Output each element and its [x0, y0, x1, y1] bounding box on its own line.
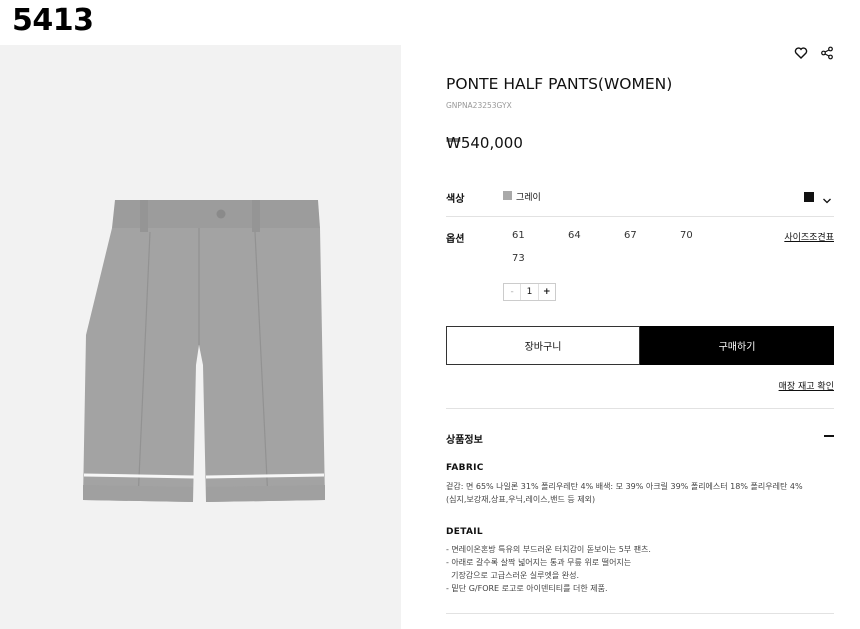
minus-icon[interactable] [824, 435, 834, 437]
detail-title: DETAIL [446, 527, 483, 537]
product-code: GNPNA23253GYX [446, 101, 512, 110]
fabric-text: 겉감: 면 65% 나일론 31% 폴리우레탄 4% 배색: 모 39% 아크릴… [446, 482, 803, 504]
alt-color-swatch[interactable] [804, 192, 814, 202]
size-option[interactable]: 73 [512, 253, 525, 264]
buy-now-button[interactable]: 구매하기 [640, 326, 834, 365]
quantity-stepper: - 1 + [503, 283, 556, 301]
share-icon[interactable] [820, 45, 834, 60]
color-selector[interactable]: 색상 그레이 [446, 188, 834, 218]
screenshot-id: 5413 [12, 3, 94, 38]
size-option[interactable]: 61 [512, 230, 525, 241]
product-detail-panel: PONTE HALF PANTS(WOMEN) GNPNA23253GYX ₩5… [446, 45, 834, 629]
size-guide-link[interactable]: 사이즈조견표 [784, 230, 834, 243]
size-option[interactable]: 64 [568, 230, 581, 241]
color-name: 그레이 [516, 193, 541, 203]
heart-icon[interactable] [794, 45, 808, 59]
divider [446, 216, 834, 217]
product-title: PONTE HALF PANTS(WOMEN) [446, 75, 673, 93]
color-label: 색상 [446, 194, 465, 205]
divider [446, 408, 834, 409]
top-actions [794, 45, 834, 60]
divider [446, 613, 834, 614]
quantity-value[interactable]: 1 [521, 284, 537, 300]
decrease-button[interactable]: - [504, 284, 522, 300]
option-label: 옵션 [446, 234, 465, 245]
fabric-title: FABRIC [446, 463, 484, 473]
increase-button[interactable]: + [537, 284, 555, 300]
product-image[interactable] [0, 45, 401, 629]
add-to-cart-button[interactable]: 장바구니 [446, 326, 640, 365]
product-price: ₩540,000 [446, 134, 523, 152]
shorts-illustration [83, 200, 325, 502]
size-option[interactable]: 70 [680, 230, 693, 241]
product-info-heading[interactable]: 상품정보 [446, 431, 483, 446]
color-swatch [503, 191, 512, 200]
chevron-down-icon[interactable] [822, 191, 832, 204]
detail-text: - 면레이온혼방 특유의 부드러운 터치감이 돋보이는 5부 팬츠. - 아래로… [446, 545, 651, 593]
store-stock-link[interactable]: 매장 재고 확인 [779, 379, 834, 392]
size-option[interactable]: 67 [624, 230, 637, 241]
